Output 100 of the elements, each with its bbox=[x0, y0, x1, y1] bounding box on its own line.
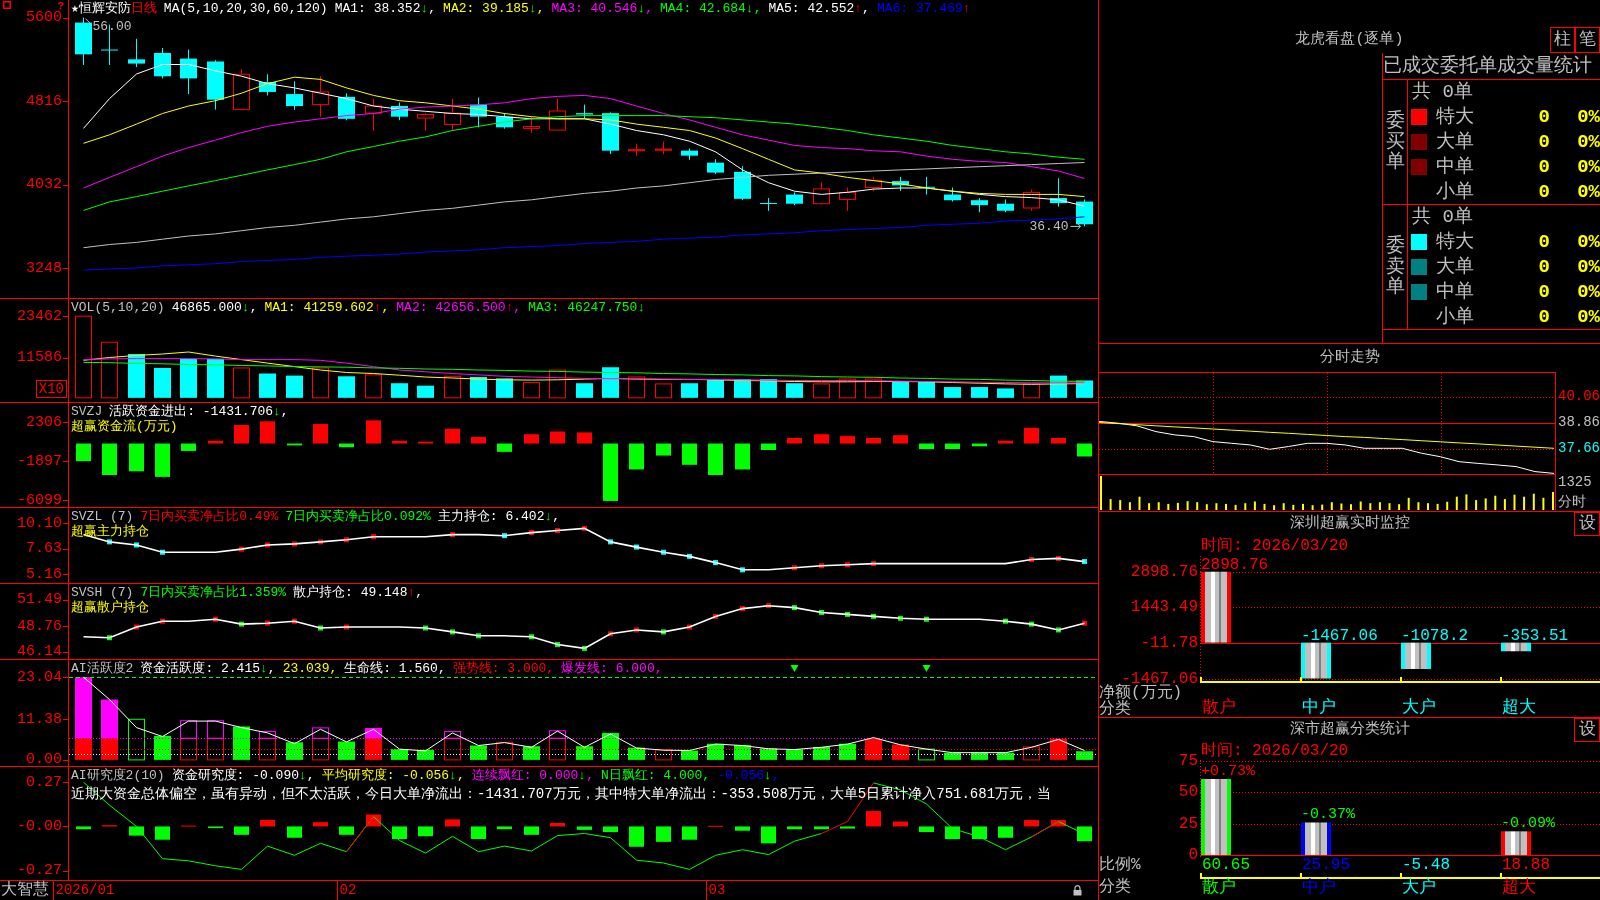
panel-title: 龙虎看盘(逐单) bbox=[1295, 31, 1404, 49]
indicator-value: 散户持仓: 49.148↑, bbox=[293, 585, 424, 600]
order-percent: 0% bbox=[1577, 279, 1600, 304]
indicator-value: 7日内买卖净占比0.092% bbox=[285, 509, 431, 524]
research-bar bbox=[893, 821, 908, 827]
flow-bar bbox=[550, 431, 565, 444]
square-icon[interactable] bbox=[3, 1, 11, 9]
order-percent: 0% bbox=[1577, 229, 1600, 254]
flow-bar bbox=[708, 443, 723, 475]
candle bbox=[365, 98, 382, 132]
order-count: 0 bbox=[1538, 104, 1550, 129]
change-marker bbox=[582, 645, 587, 651]
flow-bar bbox=[629, 443, 644, 470]
change-marker bbox=[871, 561, 876, 567]
bar bbox=[1501, 831, 1531, 855]
axis-label: 48.76 bbox=[17, 619, 62, 634]
settings-button[interactable]: 设 bbox=[1574, 718, 1600, 742]
settings-button[interactable]: 设 bbox=[1574, 512, 1600, 536]
candle bbox=[997, 198, 1014, 213]
bar bbox=[101, 699, 118, 739]
change-marker bbox=[344, 624, 349, 630]
candle bbox=[760, 197, 777, 212]
time-label: 时间: 2026/03/20 bbox=[1201, 537, 1349, 555]
axis-title: 分时 bbox=[1558, 494, 1586, 510]
bar bbox=[365, 738, 382, 760]
flow-bar bbox=[287, 443, 302, 446]
value-label: 25.95 bbox=[1301, 857, 1350, 873]
axis-label: 7.63 bbox=[26, 541, 62, 557]
change-marker bbox=[529, 530, 534, 536]
research-bar bbox=[445, 819, 460, 827]
bar bbox=[1301, 822, 1331, 855]
research-bar bbox=[787, 826, 802, 830]
flow-bar bbox=[893, 435, 908, 444]
axis-label: 50 bbox=[1178, 784, 1198, 801]
research-bar bbox=[392, 826, 407, 840]
value-label: -1078.2 bbox=[1401, 626, 1469, 645]
bar bbox=[312, 727, 329, 739]
candle bbox=[865, 176, 882, 192]
axis-label: 25 bbox=[1178, 815, 1198, 832]
axis-label: 3248 bbox=[26, 260, 62, 276]
order-percent: 0% bbox=[1577, 304, 1600, 329]
candle bbox=[286, 80, 303, 111]
axis-label: -0.00 bbox=[17, 818, 62, 834]
change-marker bbox=[134, 624, 139, 630]
flow-bar bbox=[998, 440, 1013, 444]
research-bar bbox=[919, 826, 934, 832]
change-marker bbox=[608, 539, 613, 545]
flow-bar bbox=[155, 443, 170, 477]
flow-bar bbox=[497, 443, 512, 452]
candle bbox=[892, 176, 909, 192]
axis-label: -0.27 bbox=[17, 863, 62, 879]
indicator-subtitle: 超赢资金流(万元) bbox=[71, 419, 178, 434]
indicator-name: SVZL (7) bbox=[71, 509, 134, 524]
order-count: 0 bbox=[1538, 179, 1550, 204]
change-marker bbox=[213, 616, 218, 622]
value-label: 18.88 bbox=[1501, 857, 1550, 873]
group-label: 委买单 bbox=[1385, 110, 1405, 174]
change-marker bbox=[1056, 627, 1061, 633]
change-marker bbox=[423, 625, 428, 631]
order-percent: 0% bbox=[1577, 154, 1600, 179]
research-bar bbox=[471, 826, 486, 840]
candle bbox=[628, 143, 645, 157]
indicator-name: AI活跃度2 bbox=[71, 661, 134, 676]
candle bbox=[391, 102, 408, 121]
research-bar bbox=[418, 826, 433, 837]
change-marker bbox=[107, 539, 112, 545]
indicator-value: 平均研究度: -0.056↓, bbox=[321, 768, 465, 783]
research-bar bbox=[155, 826, 170, 840]
flow-bar bbox=[656, 443, 671, 456]
change-marker bbox=[713, 560, 718, 566]
flow-bar bbox=[102, 443, 117, 475]
change-marker bbox=[1029, 557, 1034, 562]
candle bbox=[707, 158, 724, 175]
axis-title: 比例% bbox=[1099, 857, 1141, 873]
axis-label: 0 bbox=[1188, 847, 1198, 863]
indicator-value: MA6: 37.469↑ bbox=[876, 1, 971, 16]
flow-bar bbox=[418, 441, 433, 444]
period-label: 日线 bbox=[130, 1, 157, 16]
research-bar bbox=[524, 826, 539, 835]
axis-label: 75 bbox=[1178, 753, 1198, 769]
change-marker bbox=[529, 634, 534, 640]
indicator-value: MA4: 42.684↓, bbox=[660, 1, 762, 16]
change-marker bbox=[582, 525, 587, 531]
axis-label: 10.10 bbox=[17, 515, 62, 531]
flow-bar bbox=[366, 420, 381, 444]
axis-label: 5.16 bbox=[26, 566, 62, 582]
price-annotation: 56.00 bbox=[85, 18, 132, 34]
bar bbox=[1301, 642, 1331, 679]
flow-bar bbox=[339, 443, 354, 448]
candle bbox=[655, 141, 672, 155]
research-bar bbox=[682, 826, 697, 840]
change-marker bbox=[792, 605, 797, 611]
value-label: 60.65 bbox=[1201, 857, 1250, 873]
help-mark[interactable]: ? bbox=[57, 1, 64, 11]
value-label: 2898.76 bbox=[1201, 556, 1269, 574]
toggle-button[interactable]: 柱 bbox=[1550, 27, 1575, 53]
toggle-button[interactable]: 笔 bbox=[1575, 27, 1600, 53]
indicator-value: MA5: 42.552↑, bbox=[768, 1, 870, 16]
research-bar bbox=[208, 826, 223, 829]
indicator-value: 活跃资金进出: -1431.706↓, bbox=[109, 404, 289, 419]
